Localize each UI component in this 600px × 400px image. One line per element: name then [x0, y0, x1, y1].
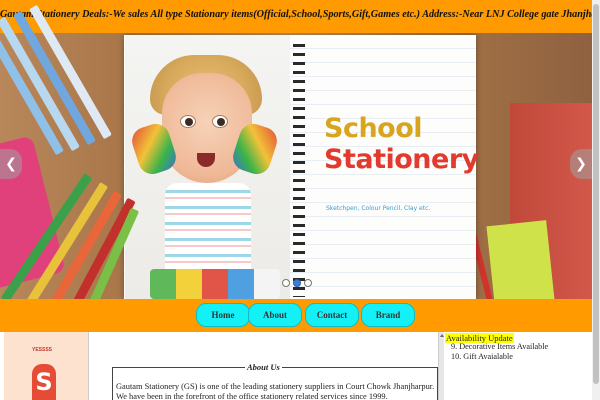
- about-legend: About Us: [245, 362, 282, 372]
- paint-pots: [150, 269, 280, 299]
- slide-title: School Stationery: [324, 113, 479, 175]
- nav-about-button[interactable]: About: [248, 303, 302, 327]
- slider-dot-1[interactable]: [282, 279, 290, 287]
- header-banner: Gautam Stationery Deals:-We sales All ty…: [0, 0, 592, 33]
- list-item: 10. Gift Avaialable: [451, 352, 513, 361]
- availability-scrollbar[interactable]: [438, 332, 444, 400]
- slider-dot-3[interactable]: [304, 279, 312, 287]
- availability-list: 9. Decorative Items Available 10. Gift A…: [451, 342, 548, 362]
- nav-home-button[interactable]: Home: [196, 303, 250, 327]
- slide-title-line1: School: [324, 113, 423, 144]
- main-nav: Home About Contact Brand: [0, 299, 592, 332]
- logo-letter: S: [32, 364, 56, 400]
- slider-indicators: [280, 279, 314, 289]
- page-scrollbar-thumb[interactable]: [593, 4, 599, 384]
- slide-subtitle: Sketchpen, Colour Pencil, Clay etc.: [326, 205, 431, 212]
- notebook-decoration: [486, 220, 558, 299]
- nav-brand-button[interactable]: Brand: [361, 303, 415, 327]
- chevron-right-icon: ❯: [575, 156, 587, 172]
- pencil-pale-blue: [0, 16, 80, 152]
- about-text: Gautam Stationery (GS) is one of the lea…: [116, 382, 435, 400]
- slider-prev-button[interactable]: ❮: [0, 149, 22, 179]
- column-divider: [88, 332, 89, 400]
- slider-dot-2[interactable]: [293, 279, 301, 287]
- slide-title-line2: Stationery: [324, 144, 479, 175]
- slider-next-button[interactable]: ❯: [570, 149, 592, 179]
- child-eye-left: [180, 115, 196, 128]
- chevron-left-icon: ❮: [5, 156, 17, 172]
- logo-small-text: YESSSS: [32, 347, 53, 353]
- notebook-spiral: [293, 41, 305, 297]
- list-item: 9. Decorative Items Available: [451, 342, 549, 351]
- child-eye-right: [212, 115, 228, 128]
- nav-contact-button[interactable]: Contact: [305, 303, 359, 327]
